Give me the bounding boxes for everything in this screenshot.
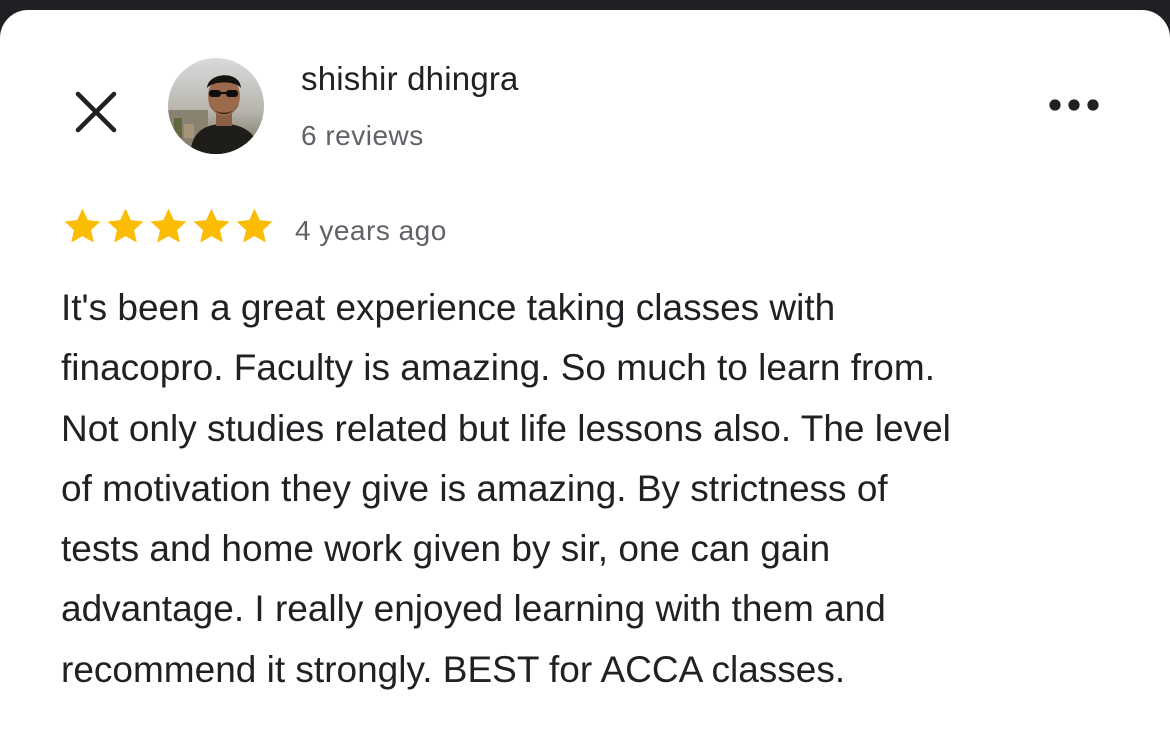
review-count: 6 reviews	[301, 120, 424, 151]
more-options-button[interactable]	[1036, 80, 1112, 130]
star-icon	[236, 208, 273, 243]
reviewer-name[interactable]: shishir dhingra	[301, 60, 519, 98]
review-text: It's been a great experience taking clas…	[61, 278, 1131, 700]
close-icon	[75, 91, 117, 133]
star-icon	[64, 208, 101, 243]
star-rating	[62, 206, 275, 247]
review-text-line: finacopro. Faculty is amazing. So much t…	[61, 347, 935, 389]
review-sheet: shishir dhingra 6 reviews 4 years ago It…	[0, 10, 1170, 736]
avatar-photo	[168, 58, 264, 154]
review-timestamp: 4 years ago	[295, 215, 447, 246]
more-options-icon	[1049, 99, 1099, 111]
review-text-line: recommend it strongly. BEST for ACCA cla…	[61, 648, 846, 690]
review-text-line: It's been a great experience taking clas…	[61, 287, 836, 328]
star-icon	[107, 208, 144, 243]
review-text-line: advantage. I really enjoyed learning wit…	[61, 588, 886, 630]
avatar[interactable]	[168, 58, 264, 154]
review-text-line: of motivation they give is amazing. By s…	[61, 467, 888, 509]
review-text-line: Not only studies related but life lesson…	[61, 407, 951, 449]
star-icon	[193, 208, 230, 243]
close-button[interactable]	[66, 82, 126, 142]
star-icon	[150, 208, 187, 243]
review-text-line: tests and home work given by sir, one ca…	[61, 528, 831, 570]
